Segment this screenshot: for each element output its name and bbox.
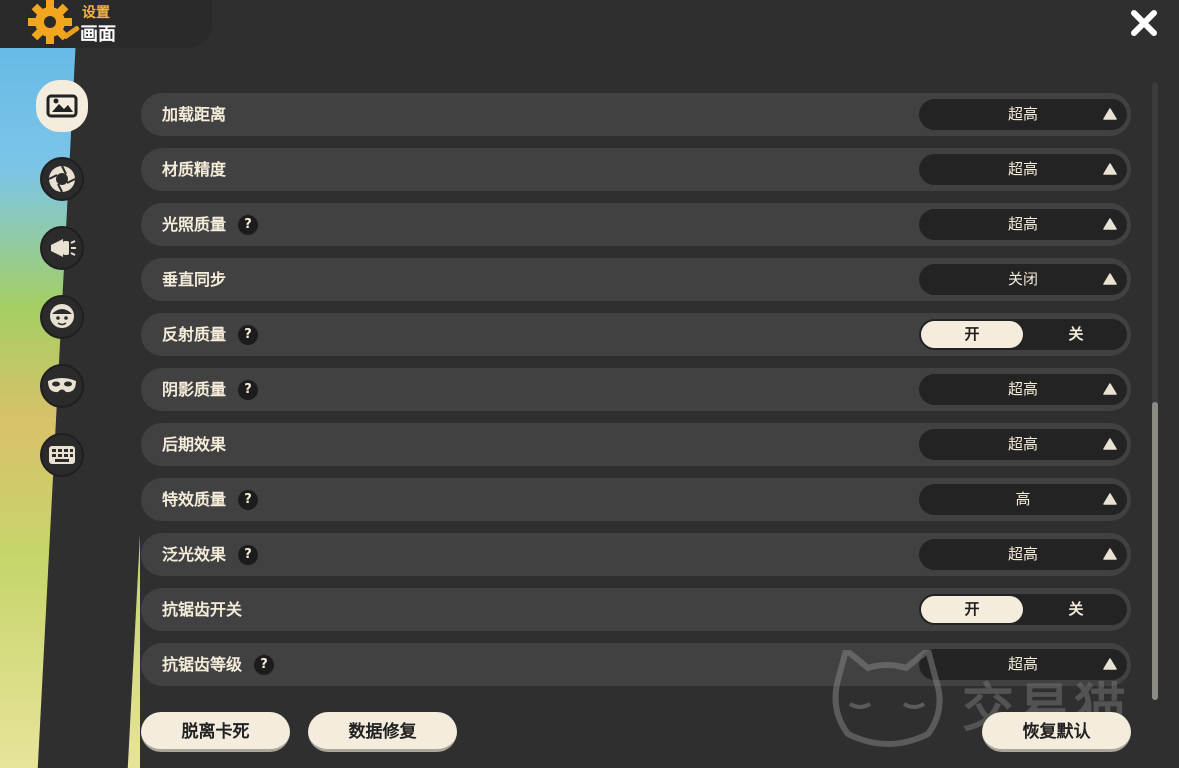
toggle-off-option[interactable]: 关 <box>1025 319 1127 350</box>
setting-label-text: 材质精度 <box>162 160 227 179</box>
setting-row: 材质精度 超高 <box>141 148 1131 191</box>
setting-label: 特效质量? <box>162 478 259 521</box>
category-sidebar <box>36 80 92 502</box>
data-repair-button[interactable]: 数据修复 <box>308 712 457 752</box>
scrollbar[interactable] <box>1152 82 1158 700</box>
setting-row: 加载距离 超高 <box>141 93 1131 136</box>
cat-logo-icon <box>832 644 943 747</box>
setting-dropdown[interactable]: 超高 <box>919 374 1127 405</box>
setting-row: 反射质量? 开关 <box>141 313 1131 356</box>
toggle-on-option[interactable]: 开 <box>921 596 1023 623</box>
setting-row: 光照质量? 超高 <box>141 203 1131 246</box>
dropdown-value: 超高 <box>1007 160 1038 178</box>
setting-row: 泛光效果? 超高 <box>141 533 1131 576</box>
header-section-label: 设置 <box>82 5 110 21</box>
nav-controls[interactable] <box>40 433 84 477</box>
setting-row: 特效质量? 高 <box>141 478 1131 521</box>
setting-dropdown[interactable]: 超高 <box>919 539 1127 570</box>
dropdown-value: 超高 <box>1007 105 1038 123</box>
setting-dropdown[interactable]: 超高 <box>919 154 1127 185</box>
setting-label-text: 加载距离 <box>162 105 227 124</box>
setting-row: 抗锯齿开关 开关 <box>141 588 1131 631</box>
nav-audio[interactable] <box>40 226 84 270</box>
dropdown-value: 关闭 <box>1007 270 1038 288</box>
dropdown-value: 高 <box>1015 490 1031 508</box>
setting-label: 光照质量? <box>162 203 259 246</box>
help-icon[interactable]: ? <box>238 489 259 510</box>
setting-label: 后期效果 <box>162 423 226 466</box>
setting-dropdown[interactable]: 超高 <box>919 99 1127 130</box>
setting-label: 阴影质量? <box>162 368 259 411</box>
setting-row: 阴影质量? 超高 <box>141 368 1131 411</box>
setting-label: 泛光效果? <box>162 533 259 576</box>
escape-stuck-button[interactable]: 脱离卡死 <box>141 712 290 752</box>
keyboard-icon <box>49 446 75 464</box>
aperture-icon <box>48 165 76 193</box>
setting-label: 材质精度 <box>162 148 226 191</box>
setting-label-text: 泛光效果 <box>162 545 227 564</box>
setting-dropdown[interactable]: 关闭 <box>919 264 1127 295</box>
nav-camera[interactable] <box>40 157 84 201</box>
toggle-on-option[interactable]: 开 <box>921 321 1023 348</box>
setting-label-text: 反射质量 <box>162 325 227 344</box>
setting-label-text: 抗锯齿等级 <box>162 655 243 674</box>
restore-defaults-button[interactable]: 恢复默认 <box>982 712 1131 752</box>
nav-privacy[interactable] <box>40 364 84 408</box>
triangle-up-icon <box>1103 273 1117 285</box>
triangle-up-icon <box>1103 493 1117 505</box>
setting-label: 垂直同步 <box>162 258 226 301</box>
toggle-off-option[interactable]: 关 <box>1025 594 1127 625</box>
setting-toggle: 开关 <box>919 594 1127 625</box>
mask-icon <box>48 378 76 393</box>
setting-dropdown[interactable]: 超高 <box>919 209 1127 240</box>
setting-label-text: 特效质量 <box>162 490 227 509</box>
help-icon[interactable]: ? <box>238 214 259 235</box>
setting-row: 后期效果 超高 <box>141 423 1131 466</box>
triangle-up-icon <box>1103 218 1117 230</box>
settings-list: 加载距离 超高 材质精度 超高 光照质量? 超高 垂直同步 关闭 反射质量? 开关阴影质量? 超高后… <box>141 93 1131 698</box>
megaphone-icon <box>51 239 76 257</box>
dropdown-value: 超高 <box>1007 435 1038 453</box>
triangle-up-icon <box>1103 108 1117 120</box>
nav-display[interactable] <box>36 80 88 132</box>
setting-label: 抗锯齿等级? <box>162 643 275 686</box>
close-icon <box>1131 10 1157 36</box>
triangle-up-icon <box>1103 383 1117 395</box>
settings-header: 设置 画面 <box>0 0 212 48</box>
close-button[interactable] <box>1127 6 1161 40</box>
setting-label-text: 垂直同步 <box>162 270 227 289</box>
setting-label-text: 阴影质量 <box>162 380 227 399</box>
setting-label: 抗锯齿开关 <box>162 588 242 631</box>
setting-row: 垂直同步 关闭 <box>141 258 1131 301</box>
help-icon[interactable]: ? <box>238 379 259 400</box>
nav-character[interactable] <box>40 295 84 339</box>
setting-dropdown[interactable]: 超高 <box>919 429 1127 460</box>
help-icon[interactable]: ? <box>238 324 259 345</box>
triangle-up-icon <box>1103 548 1117 560</box>
setting-label-text: 抗锯齿开关 <box>162 600 243 619</box>
setting-label: 加载距离 <box>162 93 226 136</box>
gear-icon <box>28 0 80 44</box>
dropdown-value: 超高 <box>1007 380 1038 398</box>
help-icon[interactable]: ? <box>254 654 275 675</box>
display-icon <box>46 94 78 118</box>
dropdown-value: 超高 <box>1007 545 1038 563</box>
avatar-icon <box>50 304 74 328</box>
setting-label-text: 光照质量 <box>162 215 227 234</box>
setting-label-text: 后期效果 <box>162 435 227 454</box>
triangle-up-icon <box>1103 438 1117 450</box>
setting-label: 反射质量? <box>162 313 259 356</box>
setting-dropdown[interactable]: 高 <box>919 484 1127 515</box>
dropdown-value: 超高 <box>1007 215 1038 233</box>
help-icon[interactable]: ? <box>238 544 259 565</box>
setting-toggle: 开关 <box>919 319 1127 350</box>
triangle-up-icon <box>1103 163 1117 175</box>
header-page-title: 画面 <box>80 24 116 45</box>
